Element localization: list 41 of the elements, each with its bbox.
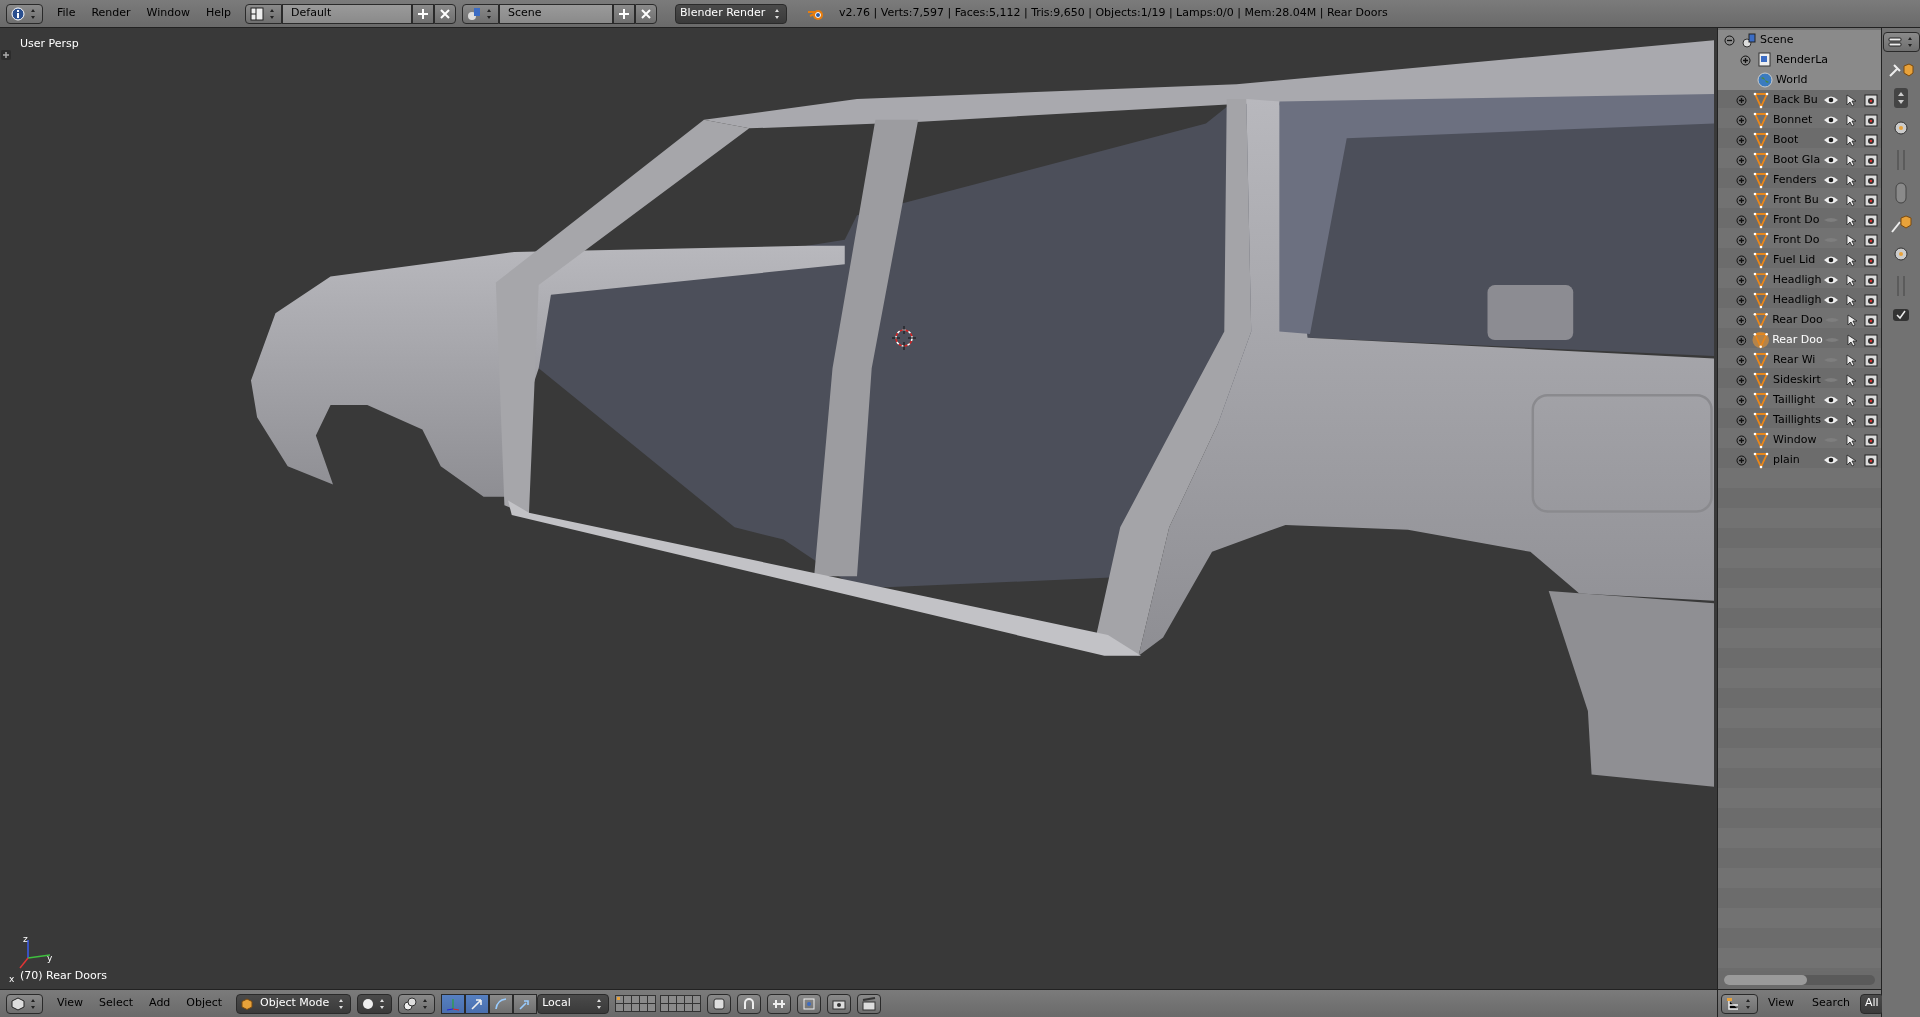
object-info-label: (70) Rear Doors xyxy=(20,968,107,984)
menu-item[interactable]: View xyxy=(49,995,92,1012)
render-engine-dropdown[interactable]: Blender Render xyxy=(675,3,788,24)
tree-item[interactable]: Taillight xyxy=(1770,391,1821,409)
name-field[interactable]: Scene xyxy=(499,3,614,24)
tree-item[interactable]: Front Do xyxy=(1770,211,1821,229)
menu-item[interactable]: View xyxy=(1760,995,1803,1012)
tree-item[interactable]: Rear Doo xyxy=(1769,311,1823,329)
menu-item[interactable]: Render xyxy=(83,5,139,22)
tree-item[interactable]: Window xyxy=(1770,431,1821,449)
tree-item[interactable]: Rear Wi xyxy=(1770,351,1821,369)
view-label: User Persp xyxy=(20,36,79,52)
scene-statistics: v2.76 | Verts:7,597 | Faces:5,112 | Tris:9,650 | Objects:1/19 | Lamps:0/0 | Mem:28.04M | Rear Doors xyxy=(838,5,1389,22)
tree-item[interactable]: Fenders xyxy=(1770,171,1821,189)
menu-item[interactable]: Object xyxy=(178,995,231,1012)
menu-item[interactable]: Help xyxy=(197,5,240,22)
tree-item[interactable]: Boot Gla xyxy=(1770,151,1821,169)
axis-label: y xyxy=(47,952,53,965)
name-field[interactable]: Default xyxy=(282,3,413,24)
orientation-dropdown[interactable]: Local xyxy=(537,993,610,1014)
menu-item[interactable]: Search xyxy=(1804,995,1858,1012)
tree-item[interactable]: Sideskirt xyxy=(1770,371,1821,389)
tree-item[interactable]: Front Do xyxy=(1770,231,1821,249)
filter-dropdown[interactable]: All xyxy=(1859,993,1884,1014)
menu-item[interactable]: Add xyxy=(141,995,179,1012)
tree-item[interactable]: plain xyxy=(1770,451,1821,469)
tree-item[interactable]: Boot xyxy=(1770,131,1821,149)
tree-item[interactable]: Headligh xyxy=(1769,291,1822,309)
menu-item[interactable]: Select xyxy=(91,995,142,1012)
tree-item[interactable]: Front Bu xyxy=(1770,191,1821,209)
tree-item[interactable]: Headligh xyxy=(1769,271,1822,289)
tree-item[interactable]: Bonnet xyxy=(1770,111,1821,129)
tree-item[interactable]: Taillights xyxy=(1770,411,1821,429)
axis-label: x xyxy=(9,973,15,986)
menu-item[interactable]: Window xyxy=(138,5,198,22)
menu-item[interactable]: File xyxy=(49,5,84,22)
tree-item[interactable]: Rear Doo xyxy=(1769,331,1823,349)
tree-item[interactable]: Fuel Lid xyxy=(1770,251,1821,269)
mode-dropdown[interactable]: Object Mode xyxy=(236,993,352,1014)
tree-item[interactable]: Back Bu xyxy=(1770,91,1821,109)
axis-label: z xyxy=(23,933,28,946)
